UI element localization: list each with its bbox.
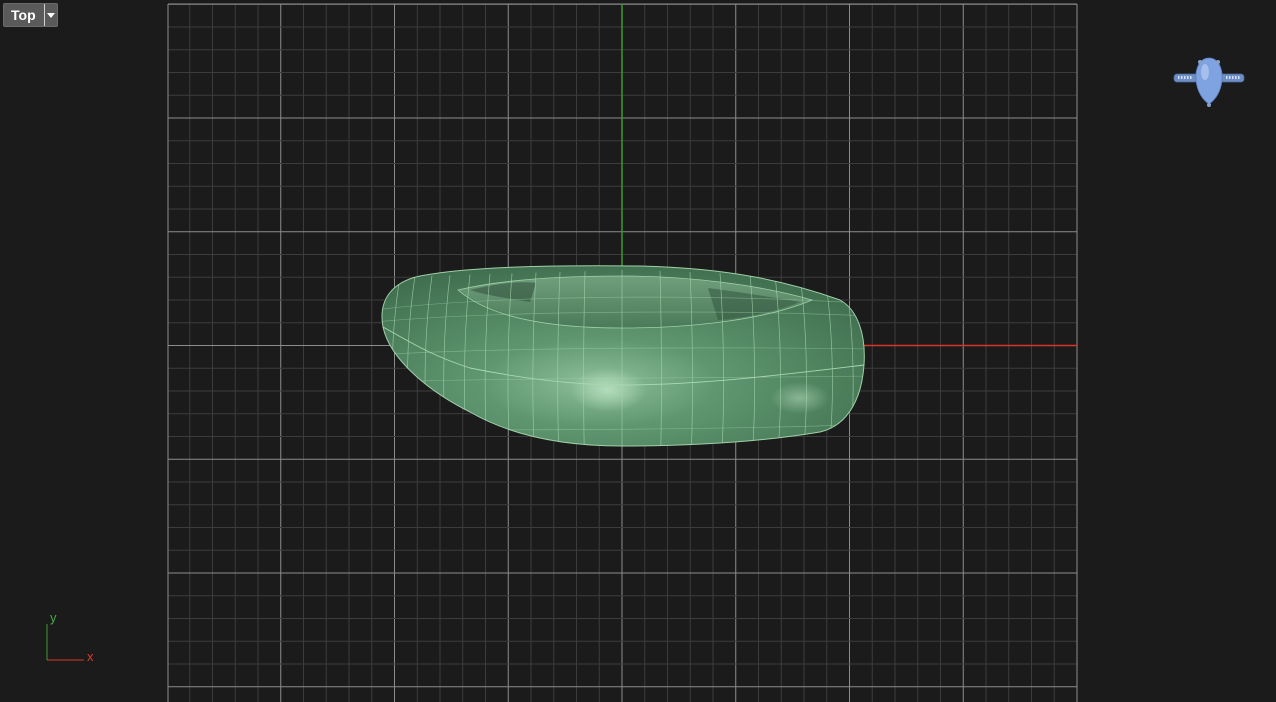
viewport-top[interactable]: Top x y	[0, 0, 1276, 702]
viewport-title[interactable]: Top	[4, 4, 44, 26]
scene-canvas[interactable]	[0, 0, 1276, 702]
chevron-down-icon[interactable]	[43, 4, 57, 26]
viewport-title-menu[interactable]: Top	[3, 3, 58, 27]
ring-navigation-icon[interactable]	[1170, 52, 1248, 112]
ring-model[interactable]	[375, 265, 870, 450]
axis-x-label: x	[87, 649, 94, 664]
axis-y-label: y	[50, 610, 57, 625]
